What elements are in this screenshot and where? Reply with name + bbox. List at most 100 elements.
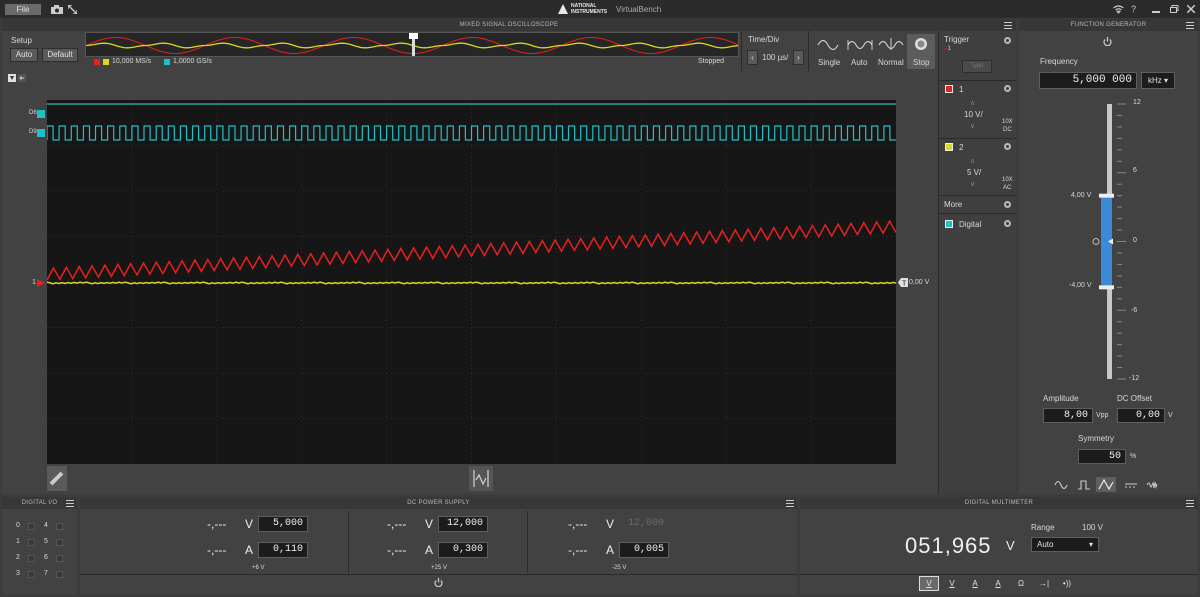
power-channel-name: -25 V: [612, 565, 627, 571]
dio-pin-indicator[interactable]: [56, 555, 63, 562]
dmm-menu-icon[interactable]: [1186, 500, 1194, 507]
digital-sample-rate: 1,0000 GS/s: [173, 58, 212, 65]
dc-voltage-mode[interactable]: V: [919, 576, 939, 591]
timediv-decrease[interactable]: ‹: [747, 50, 758, 65]
continuity-mode[interactable]: •)): [1057, 576, 1077, 591]
fgen-menu-icon[interactable]: [1186, 22, 1194, 29]
dio-pin-indicator[interactable]: [56, 539, 63, 546]
back-icon[interactable]: [18, 74, 26, 82]
auto-setup-button[interactable]: Auto: [10, 48, 38, 62]
default-setup-button[interactable]: Default: [42, 48, 78, 62]
current-setpoint-field[interactable]: 0,005: [619, 542, 669, 558]
ch1-color-swatch[interactable]: [945, 85, 953, 93]
file-menu-button[interactable]: File: [4, 3, 42, 16]
digital-channel-label: Digital: [959, 220, 982, 229]
minimize-icon[interactable]: [1152, 11, 1160, 13]
divider: [348, 511, 349, 573]
current-setpoint-field[interactable]: 0,300: [438, 542, 488, 558]
dio-pin-indicator[interactable]: [28, 571, 35, 578]
triangle-wave-button[interactable]: [1096, 477, 1116, 492]
help-icon[interactable]: ?: [1131, 4, 1136, 14]
ac-voltage-mode[interactable]: V: [942, 576, 962, 591]
ruler-tool[interactable]: [47, 466, 67, 491]
mode-normal[interactable]: Normal: [877, 36, 905, 68]
ch2-scale-up[interactable]: ∧: [970, 157, 975, 165]
square-wave-icon[interactable]: [1077, 479, 1091, 491]
ac-current-mode[interactable]: A: [988, 576, 1008, 591]
ch2-coupling: AC: [1003, 185, 1012, 191]
current-unit: A: [425, 543, 434, 557]
range-select[interactable]: Auto ▾: [1031, 537, 1099, 552]
fgen-power-icon[interactable]: [1103, 37, 1112, 46]
measured-voltage: -,---: [207, 517, 227, 531]
symmetry-unit: %: [1130, 453, 1137, 460]
ch2-vertical-scale[interactable]: 5 V/: [967, 168, 981, 177]
ch1-scale-down[interactable]: ∨: [970, 122, 975, 130]
ch2-settings-icon[interactable]: [1004, 143, 1011, 150]
dc-current-mode[interactable]: A: [965, 576, 985, 591]
frequency-field[interactable]: 5,000 000: [1039, 72, 1137, 89]
amplitude-scale[interactable]: [1040, 95, 1160, 385]
ni-logo-icon: [558, 4, 568, 14]
digital-row-marker[interactable]: [37, 110, 45, 118]
more-settings-icon[interactable]: [1004, 201, 1011, 208]
scope-graph[interactable]: [46, 100, 897, 464]
ch1-settings-icon[interactable]: [1004, 85, 1011, 92]
dc-offset-unit: V: [1168, 412, 1173, 419]
power-menu-icon[interactable]: [786, 500, 794, 507]
resistance-mode[interactable]: Ω: [1011, 576, 1031, 591]
expand-icon[interactable]: [68, 5, 77, 14]
dio-pin-label: 2: [16, 554, 20, 561]
dio-pin-indicator[interactable]: [28, 523, 35, 530]
divider: [741, 31, 742, 71]
dio-pin-indicator[interactable]: [56, 571, 63, 578]
camera-icon[interactable]: [51, 5, 63, 14]
dio-menu-icon[interactable]: [66, 500, 74, 507]
mode-single[interactable]: Single: [814, 36, 842, 68]
frequency-unit-select[interactable]: kHz ▾: [1141, 72, 1175, 89]
dio-pin-indicator[interactable]: [56, 523, 63, 530]
voltage-setpoint-field[interactable]: 12,000: [438, 516, 488, 532]
close-icon[interactable]: [1187, 5, 1195, 13]
ch2-scale-down[interactable]: ∨: [970, 180, 975, 188]
mode-auto[interactable]: Auto: [846, 36, 874, 68]
scope-menu-icon[interactable]: [1004, 22, 1012, 29]
ch1-scale-up[interactable]: ∧: [970, 99, 975, 107]
scale-tick-label: 0: [1133, 237, 1137, 244]
trigger-settings-icon[interactable]: [1004, 37, 1011, 44]
measure-tool[interactable]: [469, 466, 493, 491]
ch1-vertical-scale[interactable]: 10 V/: [964, 110, 983, 119]
digital-settings-icon[interactable]: [1004, 220, 1011, 227]
separator: [938, 195, 1016, 196]
digital-color-swatch[interactable]: [945, 220, 953, 228]
timediv-increase[interactable]: ›: [793, 50, 804, 65]
noise-wave-icon[interactable]: [1146, 479, 1160, 491]
digital-row-marker[interactable]: [37, 129, 45, 137]
dio-pin-indicator[interactable]: [28, 555, 35, 562]
trigger-level-marker[interactable]: T: [898, 278, 908, 287]
dc-wave-icon[interactable]: [1124, 479, 1138, 491]
symmetry-field[interactable]: 50: [1078, 449, 1126, 464]
voltage-setpoint-field[interactable]: 5,000: [258, 516, 308, 532]
acquisition-overview[interactable]: [85, 32, 739, 57]
ch1-offset-marker[interactable]: [37, 279, 45, 287]
restore-icon[interactable]: [1170, 5, 1179, 13]
current-setpoint-field[interactable]: 0,110: [258, 542, 308, 558]
cursor-tool-icon[interactable]: [8, 74, 16, 82]
timediv-value[interactable]: 100 µs/: [762, 53, 788, 62]
diode-mode[interactable]: →|: [1034, 576, 1054, 591]
amplitude-field[interactable]: 8,00: [1043, 408, 1093, 423]
amplitude-scale-canvas: [1092, 103, 1126, 380]
trigger-type-button[interactable]: Type: [962, 60, 992, 73]
dio-pin-indicator[interactable]: [28, 539, 35, 546]
power-output-icon[interactable]: [434, 578, 443, 587]
brand-line2: INSTRUMENTS: [571, 9, 608, 15]
mode-stop[interactable]: Stop: [907, 34, 935, 69]
dc-offset-label: DC Offset: [1117, 394, 1152, 403]
dc-offset-field[interactable]: 0,00: [1117, 408, 1165, 423]
sine-wave-icon[interactable]: [1054, 479, 1068, 491]
voltage-setpoint-field[interactable]: 12,000: [619, 516, 669, 532]
more-channels-label[interactable]: More: [944, 200, 962, 209]
trigger-level-value: 0,00 V: [909, 279, 930, 286]
ch2-color-swatch[interactable]: [945, 143, 953, 151]
